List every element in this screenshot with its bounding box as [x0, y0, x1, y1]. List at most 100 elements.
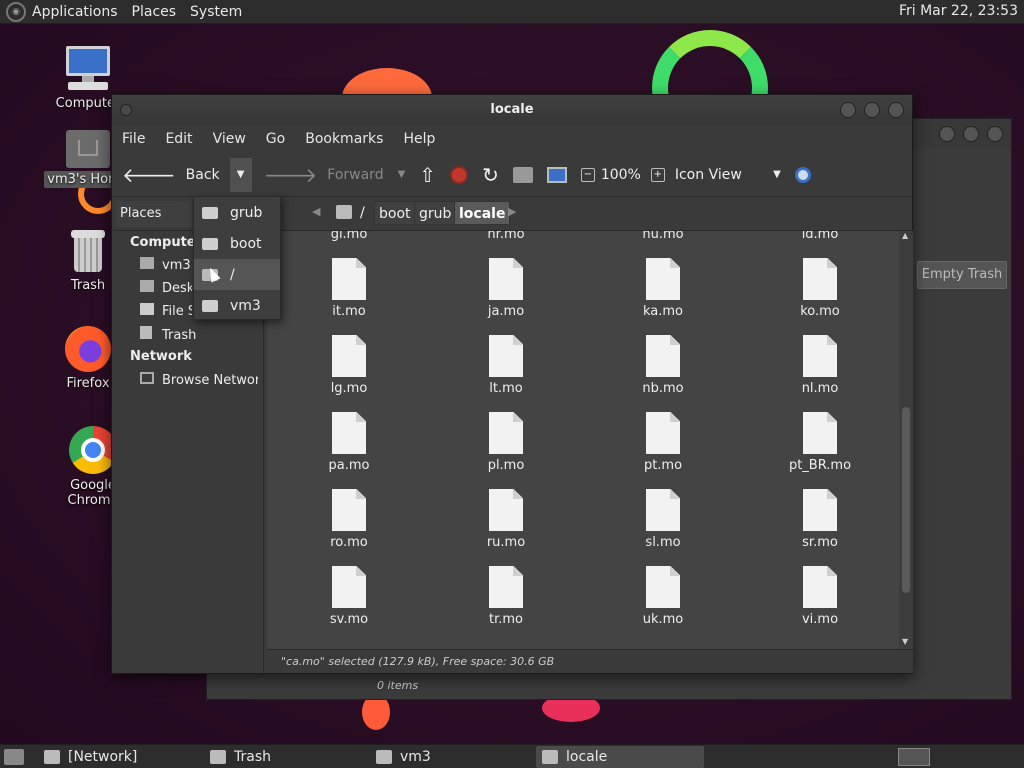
menu-go[interactable]: Go — [266, 131, 285, 147]
close-icon[interactable] — [888, 102, 904, 118]
chevron-down-icon: ▼ — [236, 169, 245, 180]
history-item-vm3[interactable]: vm3 — [194, 290, 280, 321]
scroll-up-icon[interactable]: ▲ — [902, 231, 908, 240]
back-history-dropdown[interactable]: ▼ — [229, 157, 252, 192]
window-menu-icon[interactable] — [120, 104, 132, 116]
distro-logo-icon[interactable]: ◉ — [6, 1, 26, 22]
file-item[interactable]: it.mo — [289, 258, 409, 319]
breadcrumb-right-arrow-icon[interactable]: ▶ — [508, 205, 516, 218]
file-item[interactable]: sv.mo — [289, 566, 409, 627]
file-item[interactable]: nb.mo — [603, 335, 723, 396]
view-mode-select[interactable]: Icon View ▼ — [675, 167, 781, 183]
history-item-boot[interactable]: boot — [194, 228, 280, 259]
show-desktop-icon[interactable] — [4, 748, 24, 765]
file-name: pa.mo — [328, 458, 370, 473]
close-icon[interactable] — [987, 126, 1003, 142]
task-trash[interactable]: Trash — [204, 746, 366, 768]
sidebar-item-filesystem[interactable]: File System — [140, 303, 192, 319]
sidebar-pane-select[interactable]: Places — [116, 201, 192, 227]
document-icon — [803, 412, 837, 454]
task-vm3[interactable]: vm3 — [370, 746, 532, 768]
breadcrumb-left-arrow-icon[interactable]: ◀ — [312, 205, 320, 218]
file-item[interactable]: pl.mo — [446, 412, 566, 473]
maximize-icon[interactable] — [963, 126, 979, 142]
file-item[interactable]: sl.mo — [603, 489, 723, 550]
breadcrumb-boot[interactable]: boot — [374, 201, 416, 225]
system-menu[interactable]: System — [190, 4, 242, 20]
file-item[interactable]: lg.mo — [289, 335, 409, 396]
file-item[interactable]: gl.mo — [289, 231, 409, 242]
file-item[interactable]: uk.mo — [603, 566, 723, 627]
sidebar-item-desktop[interactable]: Desktop — [140, 280, 192, 296]
menu-edit[interactable]: Edit — [165, 131, 192, 147]
file-item[interactable]: ru.mo — [446, 489, 566, 550]
file-item[interactable]: pt.mo — [603, 412, 723, 473]
places-menu[interactable]: Places — [132, 4, 177, 20]
sidebar-item-vm3[interactable]: vm3 — [140, 257, 191, 273]
task-locale[interactable]: locale — [536, 745, 704, 768]
breadcrumb-locale[interactable]: locale — [454, 201, 511, 225]
document-icon — [646, 258, 680, 300]
document-icon — [332, 335, 366, 377]
document-icon — [803, 489, 837, 531]
home-button[interactable] — [512, 166, 533, 183]
menu-file[interactable]: File — [122, 131, 145, 147]
file-name: hr.mo — [487, 231, 525, 242]
scrollbar-thumb[interactable] — [902, 407, 910, 593]
search-button[interactable] — [794, 166, 811, 183]
file-item[interactable]: ka.mo — [603, 258, 723, 319]
file-item[interactable]: ja.mo — [446, 258, 566, 319]
stop-button[interactable] — [450, 165, 469, 184]
applications-menu[interactable]: Applications — [32, 4, 118, 20]
minimize-icon[interactable] — [939, 126, 955, 142]
file-item[interactable]: vi.mo — [760, 566, 880, 627]
file-item[interactable]: ko.mo — [760, 258, 880, 319]
computer-button[interactable] — [546, 166, 567, 183]
vertical-scrollbar[interactable]: ▲ ▼ — [899, 231, 913, 649]
zoom-in-button[interactable]: + — [650, 167, 665, 182]
file-item[interactable]: pa.mo — [289, 412, 409, 473]
file-item[interactable]: id.mo — [760, 231, 880, 242]
file-name: ru.mo — [486, 535, 526, 550]
file-item[interactable]: tr.mo — [446, 566, 566, 627]
breadcrumb-root[interactable]: / — [360, 205, 365, 221]
menu-view[interactable]: View — [213, 131, 246, 147]
file-item[interactable]: hu.mo — [603, 231, 723, 242]
file-item[interactable]: sr.mo — [760, 489, 880, 550]
document-icon — [332, 258, 366, 300]
file-name: lt.mo — [489, 381, 523, 396]
file-item[interactable]: hr.mo — [446, 231, 566, 242]
menu-bookmarks[interactable]: Bookmarks — [305, 131, 383, 147]
empty-trash-button[interactable]: Empty Trash — [917, 261, 1007, 289]
window-titlebar[interactable]: locale — [112, 95, 912, 125]
menu-help[interactable]: Help — [403, 131, 435, 147]
file-name: hu.mo — [642, 231, 684, 242]
scroll-down-icon[interactable]: ▼ — [902, 637, 908, 646]
file-item[interactable]: ro.mo — [289, 489, 409, 550]
taskbar: [Network] Trash vm3 locale — [0, 744, 1024, 768]
maximize-icon[interactable] — [864, 102, 880, 118]
task-network[interactable]: [Network] — [38, 746, 200, 768]
reload-button[interactable]: ↻ — [482, 163, 499, 187]
file-name: pt.mo — [643, 458, 683, 473]
file-item[interactable]: nl.mo — [760, 335, 880, 396]
sidebar-item-trash[interactable]: Trash — [140, 326, 196, 343]
history-item-grub[interactable]: grub — [194, 197, 280, 228]
breadcrumb-grub[interactable]: grub — [414, 201, 457, 225]
document-icon — [803, 258, 837, 300]
zoom-out-button[interactable]: − — [580, 167, 595, 182]
file-manager-window[interactable]: locale File Edit View Go Bookmarks Help … — [111, 94, 913, 674]
folder-icon — [202, 237, 218, 250]
file-item[interactable]: pt_BR.mo — [760, 412, 880, 473]
toolbar: 🡐 Back ▼ 🡒 Forward ▼ ⇧ ↻ − 100% + Icon V… — [112, 153, 912, 197]
document-icon — [803, 566, 837, 608]
up-button[interactable]: ⇧ — [419, 163, 436, 187]
back-button[interactable]: 🡐 Back — [122, 163, 220, 187]
file-item[interactable]: lt.mo — [446, 335, 566, 396]
clock[interactable]: Fri Mar 22, 23:53 — [899, 3, 1018, 19]
workspace-switcher[interactable] — [898, 748, 930, 766]
home-folder-icon — [202, 299, 218, 312]
forward-button[interactable]: 🡒 Forward ▼ — [264, 163, 406, 187]
sidebar-item-browse-network[interactable]: Browse Network… — [140, 372, 258, 388]
minimize-icon[interactable] — [840, 102, 856, 118]
